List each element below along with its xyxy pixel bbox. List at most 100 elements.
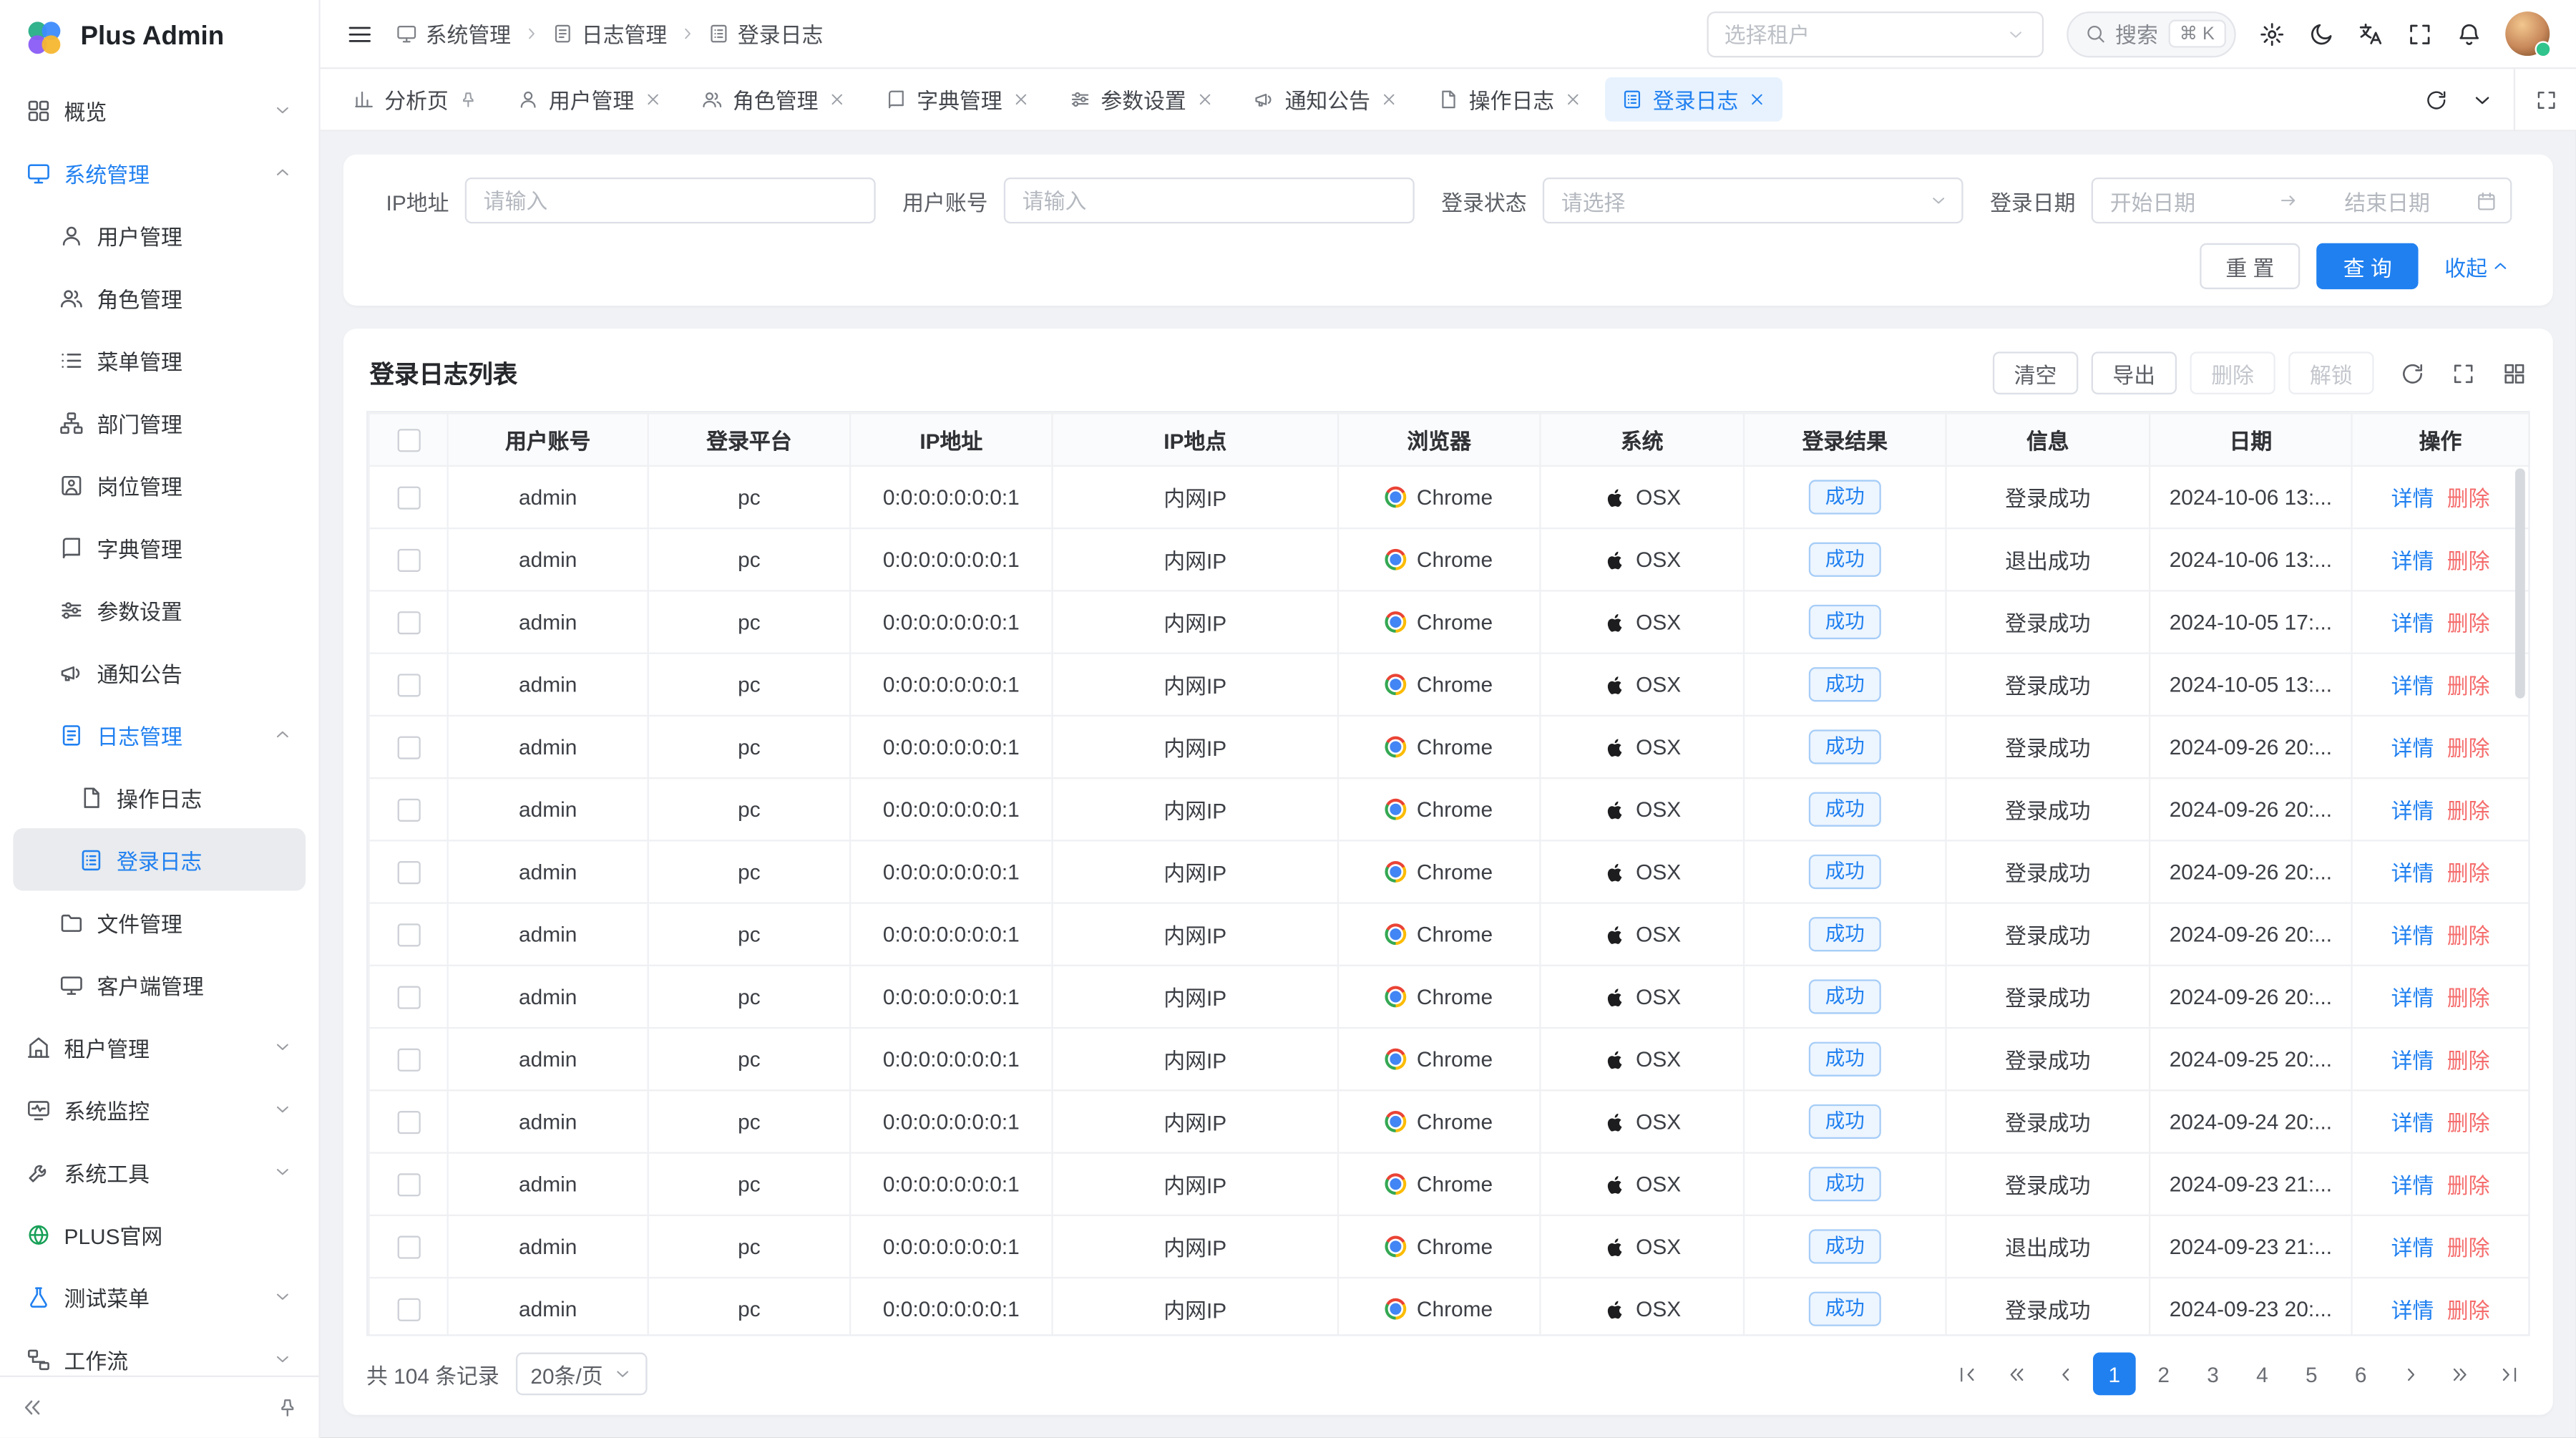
filter-text-input[interactable] [465,178,876,223]
delete-link[interactable]: 删除 [2447,861,2490,885]
page-number-button[interactable]: 4 [2241,1353,2284,1396]
row-checkbox[interactable] [396,549,419,572]
row-checkbox[interactable] [396,1298,419,1321]
sidebar-collapse-button[interactable] [20,1395,44,1419]
table-fullscreen-icon[interactable] [2451,361,2475,385]
sidebar-item[interactable]: 角色管理 [13,266,306,329]
row-checkbox[interactable] [396,674,419,697]
daterange-start[interactable]: 开始日期 [2110,185,2269,216]
page-last-button[interactable] [2487,1353,2530,1396]
tab-item[interactable]: 分析页 [337,77,494,122]
sidebar-item[interactable]: 登录日志 [13,828,306,890]
sidebar-item[interactable]: 菜单管理 [13,329,306,391]
column-settings-icon[interactable] [2502,361,2527,385]
page-number-button[interactable]: 2 [2142,1353,2185,1396]
detail-link[interactable]: 详情 [2391,1236,2434,1260]
sidebar-item[interactable]: 系统工具 [13,1140,306,1203]
row-checkbox[interactable] [396,1174,419,1197]
toolbar-button[interactable]: 导出 [2092,351,2177,394]
tab-close-icon[interactable] [828,90,846,108]
dark-mode-moon-icon[interactable] [2308,21,2335,47]
detail-link[interactable]: 详情 [2391,1111,2434,1135]
sidebar-item[interactable]: 字典管理 [13,516,306,578]
row-checkbox[interactable] [396,737,419,759]
table-refresh-icon[interactable] [2400,361,2424,385]
tabs-fullscreen-button[interactable] [2514,68,2576,130]
detail-link[interactable]: 详情 [2391,737,2434,761]
tab-close-icon[interactable] [644,90,662,108]
user-avatar[interactable] [2505,11,2550,56]
page-number-button[interactable]: 6 [2339,1353,2382,1396]
delete-link[interactable]: 删除 [2447,986,2490,1011]
tab-close-icon[interactable] [1380,90,1398,108]
page-number-button[interactable]: 3 [2192,1353,2235,1396]
detail-link[interactable]: 详情 [2391,986,2434,1011]
delete-link[interactable]: 删除 [2447,549,2490,573]
tab-close-icon[interactable] [1564,90,1582,108]
page-first-button[interactable] [1945,1353,1988,1396]
row-checkbox[interactable] [396,1049,419,1072]
notifications-bell-icon[interactable] [2456,21,2482,47]
filter-select[interactable]: 请选择 [1543,178,1964,223]
row-checkbox[interactable] [396,862,419,885]
sidebar-item[interactable]: 日志管理 [13,704,306,766]
delete-link[interactable]: 删除 [2447,799,2490,823]
filter-daterange[interactable]: 开始日期 结束日期 [2092,178,2512,223]
page-next-button[interactable] [2389,1353,2431,1396]
row-checkbox[interactable] [396,1112,419,1135]
delete-link[interactable]: 删除 [2447,611,2490,636]
tab-item[interactable]: 通知公告 [1237,77,1415,122]
page-number-button[interactable]: 1 [2093,1353,2136,1396]
fullscreen-icon[interactable] [2406,21,2433,47]
detail-link[interactable]: 详情 [2391,1298,2434,1323]
toolbar-button[interactable]: 清空 [1993,351,2078,394]
sidebar-item[interactable]: 租户管理 [13,1016,306,1078]
sidebar-item[interactable]: 概览 [13,79,306,141]
detail-link[interactable]: 详情 [2391,1049,2434,1073]
language-translate-icon[interactable] [2358,21,2384,47]
logo[interactable]: Plus Admin [0,0,318,76]
sidebar-item[interactable]: 系统管理 [13,141,306,203]
tab-item[interactable]: 操作日志 [1421,77,1599,122]
sidebar-item[interactable]: 岗位管理 [13,454,306,516]
daterange-end[interactable]: 结束日期 [2308,185,2467,216]
hamburger-menu-icon[interactable] [346,21,373,47]
detail-link[interactable]: 详情 [2391,861,2434,885]
tab-item[interactable]: 用户管理 [501,77,678,122]
tabs-refresh-icon[interactable] [2425,88,2448,111]
filter-text-input[interactable] [1005,178,1415,223]
delete-link[interactable]: 删除 [2447,923,2490,948]
delete-link[interactable]: 删除 [2447,1236,2490,1260]
sidebar-item[interactable]: 客户端管理 [13,953,306,1016]
tab-close-icon[interactable] [1012,90,1030,108]
delete-link[interactable]: 删除 [2447,487,2490,511]
row-checkbox[interactable] [396,799,419,822]
breadcrumb-item[interactable]: 登录日志 [708,18,824,49]
sidebar-pin-button[interactable] [276,1396,299,1419]
page-prev-button[interactable] [2044,1353,2087,1396]
table-scrollbar[interactable] [2515,468,2525,698]
sidebar-item[interactable]: 系统监控 [13,1078,306,1140]
search-input[interactable]: 搜索 ⌘ K [2066,11,2235,57]
breadcrumb-item[interactable]: 日志管理 [552,18,667,49]
detail-link[interactable]: 详情 [2391,1173,2434,1197]
detail-link[interactable]: 详情 [2391,549,2434,573]
tab-item[interactable]: 字典管理 [869,77,1047,122]
row-checkbox[interactable] [396,986,419,1009]
collapse-link[interactable]: 收起 [2444,251,2510,282]
row-checkbox[interactable] [396,1236,419,1259]
tab-close-icon[interactable] [1196,90,1214,108]
detail-link[interactable]: 详情 [2391,611,2434,636]
detail-link[interactable]: 详情 [2391,799,2434,823]
page-number-button[interactable]: 5 [2290,1353,2333,1396]
sidebar-item[interactable]: 测试菜单 [13,1265,306,1328]
query-button[interactable]: 查 询 [2317,243,2418,289]
breadcrumb-item[interactable]: 系统管理 [396,18,511,49]
detail-link[interactable]: 详情 [2391,674,2434,698]
delete-link[interactable]: 删除 [2447,674,2490,698]
sidebar-item[interactable]: 部门管理 [13,391,306,453]
reset-button[interactable]: 重 置 [2200,243,2301,289]
detail-link[interactable]: 详情 [2391,923,2434,948]
select-all-checkbox[interactable] [396,429,419,452]
settings-gear-icon[interactable] [2259,21,2285,47]
